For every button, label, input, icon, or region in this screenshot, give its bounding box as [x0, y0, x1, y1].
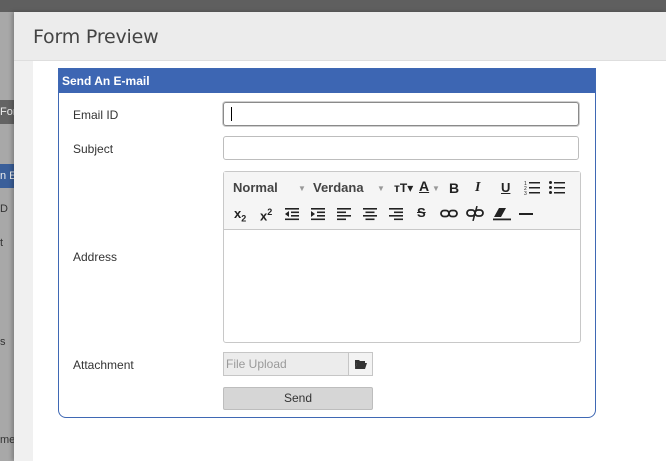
- align-right-icon[interactable]: [389, 207, 403, 221]
- modal-title: Form Preview: [33, 26, 159, 48]
- chevron-down-icon: ▼: [432, 184, 440, 193]
- chevron-down-icon: ▼: [377, 184, 385, 193]
- background-tab-fragment: For: [0, 100, 14, 124]
- unlink-icon[interactable]: [466, 206, 484, 221]
- align-center-icon[interactable]: [363, 207, 377, 221]
- ordered-list-icon[interactable]: 123: [524, 180, 540, 195]
- background-item-fragment: n E: [0, 164, 14, 188]
- background-topbar: [0, 0, 666, 12]
- background-text-fragment: me: [0, 434, 14, 446]
- bold-icon[interactable]: B: [449, 180, 459, 196]
- text-caret: [231, 107, 232, 121]
- font-select[interactable]: Verdana: [313, 180, 364, 196]
- email-label: Email ID: [73, 108, 119, 122]
- folder-open-icon[interactable]: [348, 353, 372, 375]
- rich-text-editor: Normal ▼ Verdana ▼ тT▾ A ▼ B I U 123 x2: [223, 171, 581, 343]
- indent-icon[interactable]: [311, 207, 325, 221]
- file-upload-input[interactable]: File Upload: [224, 353, 349, 375]
- link-icon[interactable]: [440, 208, 458, 220]
- address-label: Address: [73, 250, 118, 264]
- underline-icon[interactable]: U: [501, 180, 510, 196]
- font-size-icon[interactable]: тT▾: [394, 180, 413, 196]
- svg-text:3: 3: [524, 191, 527, 195]
- clear-format-icon[interactable]: [493, 207, 511, 221]
- editor-toolbar: Normal ▼ Verdana ▼ тT▾ A ▼ B I U 123 x2: [224, 172, 580, 230]
- modal-header: Form Preview: [14, 12, 666, 61]
- send-email-panel: Send An E-mail Email ID Subject Address …: [58, 68, 596, 418]
- chevron-down-icon: ▼: [298, 184, 306, 193]
- background-text-fragment: t: [0, 237, 4, 249]
- panel-header: Send An E-mail: [59, 69, 595, 93]
- form-preview-modal: Form Preview Send An E-mail Email ID Sub…: [14, 12, 666, 461]
- subject-input[interactable]: [223, 136, 579, 160]
- modal-left-strip: [14, 61, 33, 461]
- file-upload-control[interactable]: File Upload: [223, 352, 373, 376]
- subject-label: Subject: [73, 142, 114, 156]
- address-editor-area[interactable]: [224, 230, 580, 342]
- outdent-icon[interactable]: [285, 207, 299, 221]
- horizontal-rule-icon[interactable]: [519, 213, 533, 215]
- align-left-icon[interactable]: [337, 207, 351, 221]
- email-input[interactable]: [223, 102, 579, 126]
- background-text-fragment: D: [0, 203, 8, 215]
- strikethrough-icon[interactable]: S: [417, 205, 426, 221]
- format-select[interactable]: Normal: [233, 180, 278, 196]
- attachment-label: Attachment: [73, 358, 134, 372]
- send-button[interactable]: Send: [223, 387, 373, 410]
- background-text-fragment: s: [0, 336, 6, 348]
- subscript-icon[interactable]: x2: [234, 206, 246, 227]
- font-color-icon[interactable]: A: [419, 178, 429, 194]
- superscript-icon[interactable]: x2: [260, 204, 272, 224]
- bullet-list-icon[interactable]: [549, 180, 565, 195]
- italic-icon[interactable]: I: [475, 180, 480, 196]
